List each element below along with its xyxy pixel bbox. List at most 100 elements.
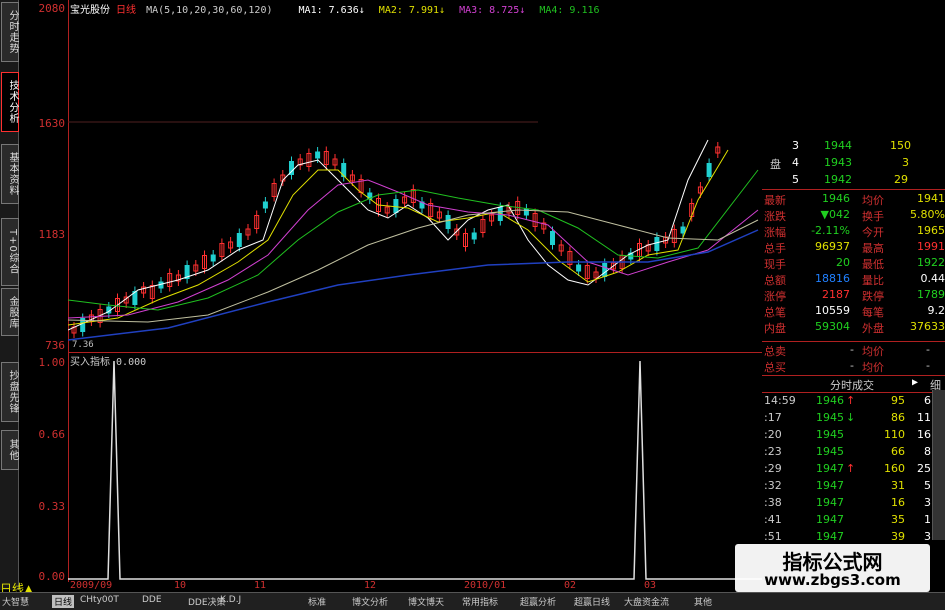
tick-row: 14:591946↑956 <box>762 393 945 409</box>
bottom-tab[interactable]: 大智慧 <box>2 595 29 608</box>
stats-row: 总手96937最高1991 <box>762 239 945 255</box>
tick-vol: 160 <box>884 462 905 475</box>
candle <box>603 264 607 277</box>
tick-time: :20 <box>764 428 782 441</box>
order-vol: 29 <box>894 173 908 186</box>
tick-vol: 35 <box>891 513 905 526</box>
tick-vol: 16 <box>891 496 905 509</box>
bottom-tab[interactable]: 超赢日线 <box>574 595 610 608</box>
tab-other[interactable]: 其他 <box>1 430 19 470</box>
tick-direction-icon: ↑ <box>846 394 855 407</box>
order-level: 4 <box>792 156 799 169</box>
ind-tick-000: 0.00 <box>39 570 66 583</box>
tick-row: :20194511016 <box>762 427 945 443</box>
tick-price: 1947 <box>816 530 844 543</box>
stat-label: 涨幅 <box>764 224 786 240</box>
time-label-6: 03 <box>644 580 656 591</box>
totals-row: 总买 - 均价 - <box>762 358 945 374</box>
total-buy-value: - <box>850 359 854 372</box>
candle <box>551 232 555 245</box>
tick-time: :38 <box>764 496 782 509</box>
stat-label-2: 换手 <box>862 208 884 224</box>
bottom-tab[interactable]: 博文博天 <box>408 595 444 608</box>
ticks-scrollbar[interactable] <box>932 390 945 540</box>
stat-label: 总笔 <box>764 304 786 320</box>
bottom-tab[interactable]: 其他 <box>694 595 712 608</box>
stat-label-2: 跌停 <box>862 288 884 304</box>
stat-label-2: 最低 <box>862 256 884 272</box>
order-price: 1942 <box>824 173 852 186</box>
bottom-tab[interactable]: CHty00T <box>80 595 119 605</box>
tick-row: :411947351 <box>762 512 945 528</box>
tick-vol: 95 <box>891 394 905 407</box>
tab-stock-pool[interactable]: 金股库 <box>1 288 19 336</box>
order-row: 5 1942 29 <box>762 172 945 188</box>
candle <box>472 233 476 239</box>
candle <box>316 152 320 158</box>
indicator-panel[interactable]: 买入指标 0.000 <box>68 352 762 583</box>
tab-pioneer[interactable]: 抄盘先锋 <box>1 362 19 422</box>
total-sell-label: 总卖 <box>764 343 786 359</box>
tick-row: :511947393 <box>762 529 945 545</box>
tab-technical[interactable]: 技术分析 <box>1 72 19 132</box>
candle <box>237 234 241 247</box>
ind-tick-033: 0.33 <box>39 500 66 513</box>
time-axis: 2009/09 10 11 12 2010/01 02 03 <box>68 580 762 592</box>
tab-t0[interactable]: T+0综合 <box>1 218 19 286</box>
tick-price: 1947 <box>816 462 844 475</box>
ma-line-10 <box>68 150 728 325</box>
stat-value-2: 1922 <box>917 256 945 269</box>
stat-value-2: 37633 <box>910 320 945 333</box>
time-label-2: 11 <box>254 580 266 591</box>
candle <box>681 227 685 233</box>
tick-vol: 110 <box>884 428 905 441</box>
bottom-tab-bar: 大智慧日线CHty00TDDEDDE决策K.D.J标准博文分析博文博天常用指标超… <box>0 592 945 610</box>
tick-time: :23 <box>764 445 782 458</box>
tick-time: :41 <box>764 513 782 526</box>
stat-value-2: 5.80% <box>910 208 945 221</box>
bottom-tab[interactable]: 博文分析 <box>352 595 388 608</box>
stat-label-2: 最高 <box>862 240 884 256</box>
tick-price: 1945 <box>816 445 844 458</box>
quote-panel: 3 1944 150 盘 4 1943 3 5 1942 29 最新1946均价… <box>762 133 945 513</box>
tab-fundamentals[interactable]: 基本资料 <box>1 144 19 204</box>
time-label-1: 10 <box>174 580 186 591</box>
stat-label-2: 量比 <box>862 272 884 288</box>
tick-price: 1947 <box>816 513 844 526</box>
candle <box>211 255 215 261</box>
bottom-tab[interactable]: 标准 <box>308 595 326 608</box>
stat-label: 总额 <box>764 272 786 288</box>
stat-label: 现手 <box>764 256 786 272</box>
play-icon[interactable]: ▶ <box>912 377 918 388</box>
stats-row: 现手20最低1922 <box>762 255 945 271</box>
order-vol: 150 <box>890 139 911 152</box>
tick-count: 5 <box>924 479 931 492</box>
bottom-tab[interactable]: DDE <box>142 595 162 605</box>
stat-label: 涨跌 <box>764 208 786 224</box>
order-price: 1944 <box>824 139 852 152</box>
order-row: 3 1944 150 <box>762 138 945 154</box>
tab-timeshare[interactable]: 分时走势 <box>1 2 19 62</box>
bottom-tab[interactable]: 常用指标 <box>462 595 498 608</box>
sidebar-tabs: 分时走势 技术分析 基本资料 T+0综合 金股库 抄盘先锋 其他 <box>0 0 19 590</box>
tick-price: 1945 <box>816 428 844 441</box>
bottom-tab[interactable]: 大盘资金流 <box>624 595 669 608</box>
tick-direction-icon: ↑ <box>846 462 855 475</box>
bottom-tab[interactable]: 超赢分析 <box>520 595 556 608</box>
tick-vol: 39 <box>891 530 905 543</box>
ticks-title: 分时成交 <box>830 377 874 393</box>
order-level: 3 <box>792 139 799 152</box>
tick-count: 3 <box>924 496 931 509</box>
bottom-tab[interactable]: 日线 <box>52 595 74 608</box>
bottom-tab[interactable]: K.D.J <box>220 595 241 605</box>
tick-row: :291947↑16025 <box>762 461 945 477</box>
tick-time: :29 <box>764 462 782 475</box>
price-chart[interactable]: 7.36 <box>68 0 762 352</box>
tick-vol: 66 <box>891 445 905 458</box>
tick-count: 8 <box>924 445 931 458</box>
stat-value-2: 0.44 <box>921 272 945 285</box>
total-sell-value: - <box>850 343 854 356</box>
stat-value: 59304 <box>815 320 850 333</box>
time-label-0: 2009/09 <box>70 580 112 591</box>
indicator-value: 0.000 <box>116 357 146 368</box>
